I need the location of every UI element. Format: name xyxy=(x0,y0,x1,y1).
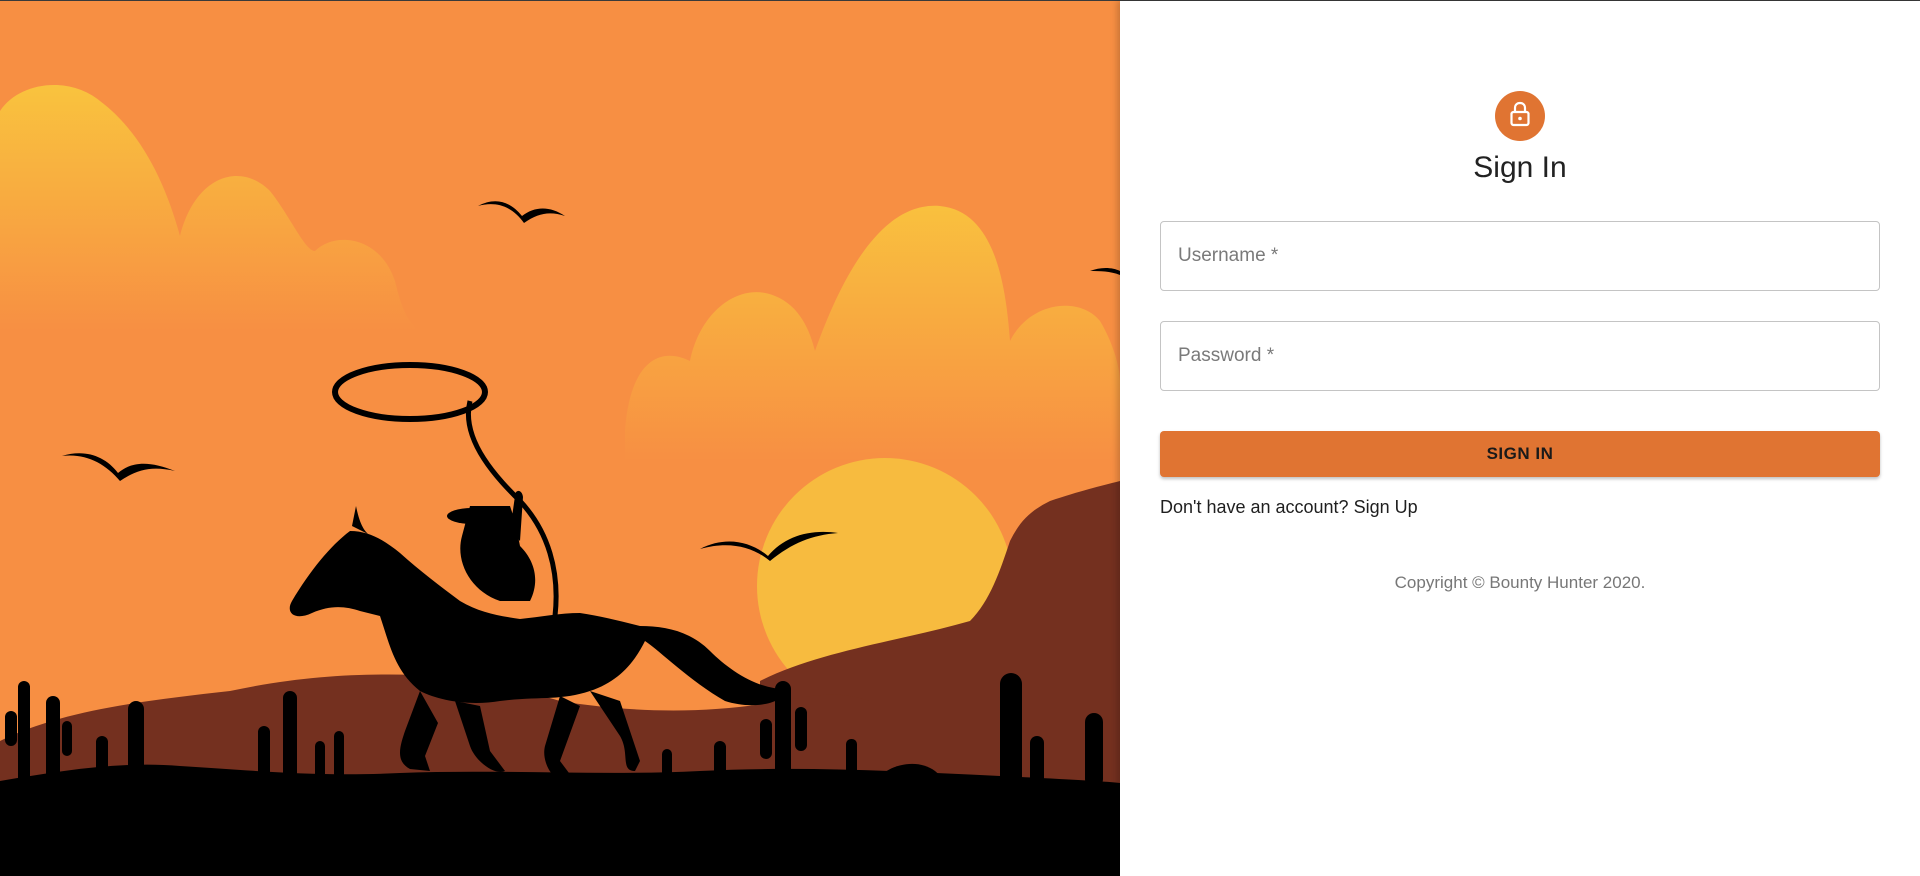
cowboy-sunset-illustration xyxy=(0,1,1120,876)
lock-icon xyxy=(1509,101,1531,132)
username-input[interactable] xyxy=(1161,222,1879,290)
password-input[interactable] xyxy=(1161,322,1879,390)
sign-in-panel: Sign In SIGN IN Don't have an account? S… xyxy=(1120,1,1920,876)
sign-in-button[interactable]: SIGN IN xyxy=(1160,431,1880,477)
username-field-container xyxy=(1160,221,1880,291)
lock-avatar xyxy=(1495,91,1545,141)
sign-in-page: Sign In SIGN IN Don't have an account? S… xyxy=(0,0,1920,876)
copyright-text: Copyright © Bounty Hunter 2020. xyxy=(1394,573,1646,592)
password-field-container xyxy=(1160,321,1880,391)
sign-up-link[interactable]: Don't have an account? Sign Up xyxy=(1160,497,1418,518)
page-title: Sign In xyxy=(1473,151,1567,184)
